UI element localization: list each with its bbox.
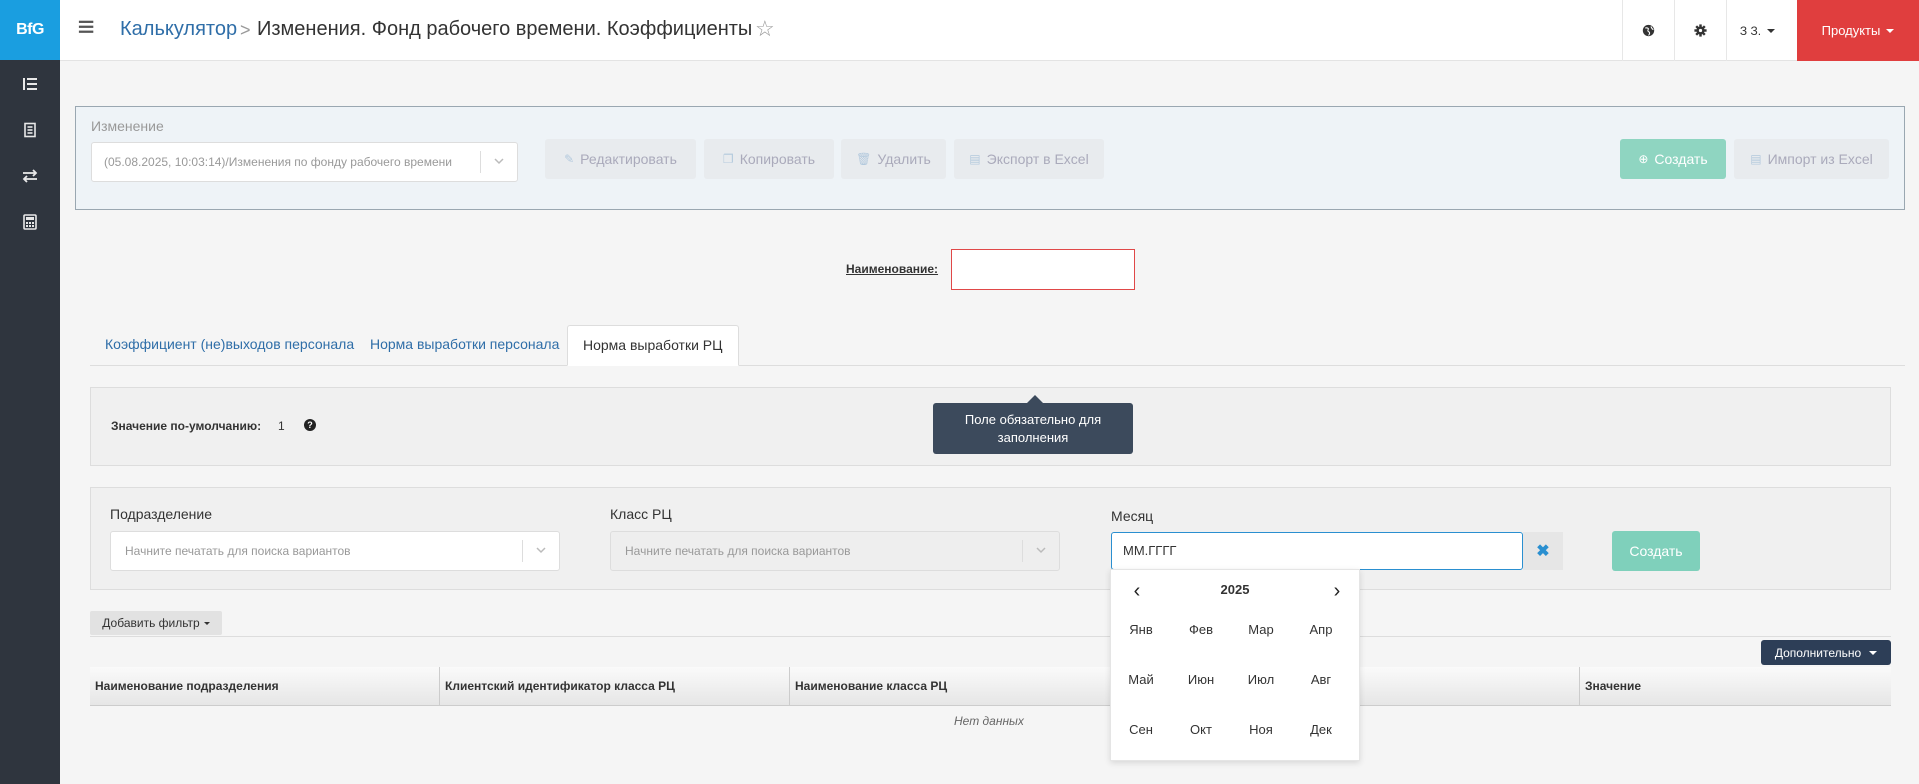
month-picker: ‹ 2025 › Янв Фев Мар Апр Май Июн Июл Авг… bbox=[1110, 569, 1360, 761]
question-circle-icon[interactable]: ? bbox=[304, 419, 316, 431]
change-select-value: (05.08.2025, 10:03:14)/Изменения по фонд… bbox=[104, 155, 452, 169]
clear-month-button[interactable]: ✖ bbox=[1523, 532, 1563, 570]
month-sep[interactable]: Сен bbox=[1111, 722, 1171, 737]
app-logo[interactable]: BfG bbox=[0, 0, 60, 60]
division-label: Подразделение bbox=[110, 506, 213, 522]
breadcrumb-calculator[interactable]: Калькулятор bbox=[120, 18, 237, 41]
excel-file-icon: ▤ bbox=[1750, 152, 1762, 166]
language-button[interactable] bbox=[1622, 0, 1674, 61]
change-label: Изменение bbox=[91, 118, 164, 134]
month-oct[interactable]: Окт bbox=[1171, 722, 1231, 737]
document-icon[interactable] bbox=[0, 107, 60, 153]
import-excel-button[interactable]: ▤ Импорт из Excel bbox=[1734, 139, 1889, 179]
required-field-tooltip: Поле обязательно для заполнения bbox=[933, 395, 1133, 454]
tabs-bar: Коэффициент (не)выходов персонала Норма … bbox=[90, 325, 1905, 366]
exchange-icon[interactable] bbox=[0, 153, 60, 199]
rc-class-placeholder: Начните печатать для поиска вариантов bbox=[625, 544, 851, 558]
delete-label: Удалить bbox=[877, 151, 931, 167]
rc-class-select[interactable]: Начните печатать для поиска вариантов bbox=[610, 531, 1060, 571]
edit-icon: ✎ bbox=[564, 152, 575, 166]
tab-rc-output-norm[interactable]: Норма выработки РЦ bbox=[567, 325, 739, 366]
copy-button[interactable]: ❐ Копировать bbox=[704, 139, 834, 179]
copy-icon: ❐ bbox=[722, 152, 734, 166]
name-label: Наименование: bbox=[846, 262, 939, 276]
empty-table-message: Нет данных bbox=[954, 714, 1024, 728]
delete-button[interactable]: 🗑 Удалить bbox=[841, 139, 946, 179]
import-label: Импорт из Excel bbox=[1767, 151, 1873, 167]
create-button[interactable]: Создать bbox=[1612, 531, 1700, 571]
gear-icon bbox=[1694, 24, 1707, 37]
edit-button[interactable]: ✎ Редактировать bbox=[545, 139, 696, 179]
edit-label: Редактировать bbox=[580, 151, 677, 167]
column-division-name[interactable]: Наименование подразделения bbox=[90, 667, 440, 706]
month-jan[interactable]: Янв bbox=[1111, 622, 1171, 637]
chevron-down-icon bbox=[536, 547, 546, 554]
more-button[interactable]: Дополнительно bbox=[1761, 640, 1891, 665]
division-placeholder: Начните печатать для поиска вариантов bbox=[125, 544, 351, 558]
change-panel: Изменение (05.08.2025, 10:03:14)/Изменен… bbox=[75, 106, 1905, 210]
top-header: Калькулятор > Изменения. Фонд рабочего в… bbox=[60, 0, 1919, 61]
month-aug[interactable]: Авг bbox=[1291, 672, 1351, 687]
column-rc-class-client-id[interactable]: Клиентский идентификатор класса РЦ bbox=[440, 667, 790, 706]
excel-file-icon: ▤ bbox=[969, 152, 981, 166]
trash-icon: 🗑 bbox=[856, 152, 872, 166]
month-may[interactable]: Май bbox=[1111, 672, 1171, 687]
tab-personnel-absence-coefficient[interactable]: Коэффициент (не)выходов персонала bbox=[90, 325, 369, 366]
calculator-icon[interactable] bbox=[0, 199, 60, 245]
add-filter-label: Добавить фильтр bbox=[102, 616, 200, 630]
add-filter-button[interactable]: Добавить фильтр bbox=[90, 611, 222, 635]
division-select[interactable]: Начните печатать для поиска вариантов bbox=[110, 531, 560, 571]
close-icon: ✖ bbox=[1536, 543, 1550, 560]
products-label: Продукты bbox=[1821, 23, 1881, 38]
name-input[interactable] bbox=[951, 249, 1135, 290]
rc-class-label: Класс РЦ bbox=[610, 506, 672, 522]
month-jun[interactable]: Июн bbox=[1171, 672, 1231, 687]
plus-circle-icon: ⊕ bbox=[1638, 152, 1649, 166]
tab-personnel-output-norm[interactable]: Норма выработки персонала bbox=[355, 325, 574, 366]
month-dec[interactable]: Дек bbox=[1291, 722, 1351, 737]
products-menu[interactable]: Продукты bbox=[1797, 0, 1919, 61]
select-divider bbox=[480, 151, 481, 173]
default-value-label: Значение по-умолчанию: bbox=[111, 419, 262, 433]
month-mar[interactable]: Мар bbox=[1231, 622, 1291, 637]
column-value[interactable]: Значение bbox=[1580, 667, 1919, 706]
default-value[interactable]: 1 bbox=[278, 419, 285, 433]
caret-down-icon bbox=[203, 621, 210, 625]
sidebar: BfG bbox=[0, 0, 60, 784]
next-year-button[interactable]: › bbox=[1327, 580, 1347, 603]
table-header: Наименование подразделения Клиентский ид… bbox=[90, 667, 1891, 706]
month-apr[interactable]: Апр bbox=[1291, 622, 1351, 637]
month-jul[interactable]: Июл bbox=[1231, 672, 1291, 687]
create-change-label: Создать bbox=[1654, 151, 1708, 167]
favorite-star-icon[interactable]: ☆ bbox=[755, 16, 775, 42]
filter-panel: Подразделение Начните печатать для поиск… bbox=[90, 487, 1891, 590]
month-nov[interactable]: Ноя bbox=[1231, 722, 1291, 737]
settings-button[interactable] bbox=[1674, 0, 1726, 61]
copy-label: Копировать bbox=[739, 151, 816, 167]
month-feb[interactable]: Фев bbox=[1171, 622, 1231, 637]
caret-down-icon bbox=[1767, 28, 1776, 33]
more-label: Дополнительно bbox=[1774, 645, 1862, 660]
month-label: Месяц bbox=[1111, 508, 1154, 524]
breadcrumb-separator: > bbox=[240, 20, 251, 40]
divider bbox=[90, 636, 1891, 637]
select-divider bbox=[522, 540, 523, 562]
chevron-down-icon bbox=[1036, 547, 1046, 554]
create-change-button[interactable]: ⊕ Создать bbox=[1620, 139, 1726, 179]
page-title: Изменения. Фонд рабочего времени. Коэффи… bbox=[257, 18, 753, 40]
list-icon[interactable] bbox=[0, 61, 60, 107]
menu-icon[interactable] bbox=[78, 18, 98, 38]
change-select[interactable]: (05.08.2025, 10:03:14)/Изменения по фонд… bbox=[91, 142, 518, 182]
caret-down-icon bbox=[1869, 650, 1878, 655]
chevron-down-icon bbox=[494, 158, 504, 165]
month-input[interactable]: ММ.ГГГГ bbox=[1111, 532, 1523, 570]
export-label: Экспорт в Excel bbox=[986, 151, 1089, 167]
user-menu[interactable]: З З. bbox=[1726, 0, 1788, 61]
export-excel-button[interactable]: ▤ Экспорт в Excel bbox=[954, 139, 1104, 179]
globe-icon bbox=[1642, 24, 1655, 37]
user-name: З З. bbox=[1739, 23, 1762, 38]
caret-down-icon bbox=[1886, 28, 1895, 33]
calendar-year[interactable]: 2025 bbox=[1111, 582, 1359, 597]
select-divider bbox=[1022, 540, 1023, 562]
